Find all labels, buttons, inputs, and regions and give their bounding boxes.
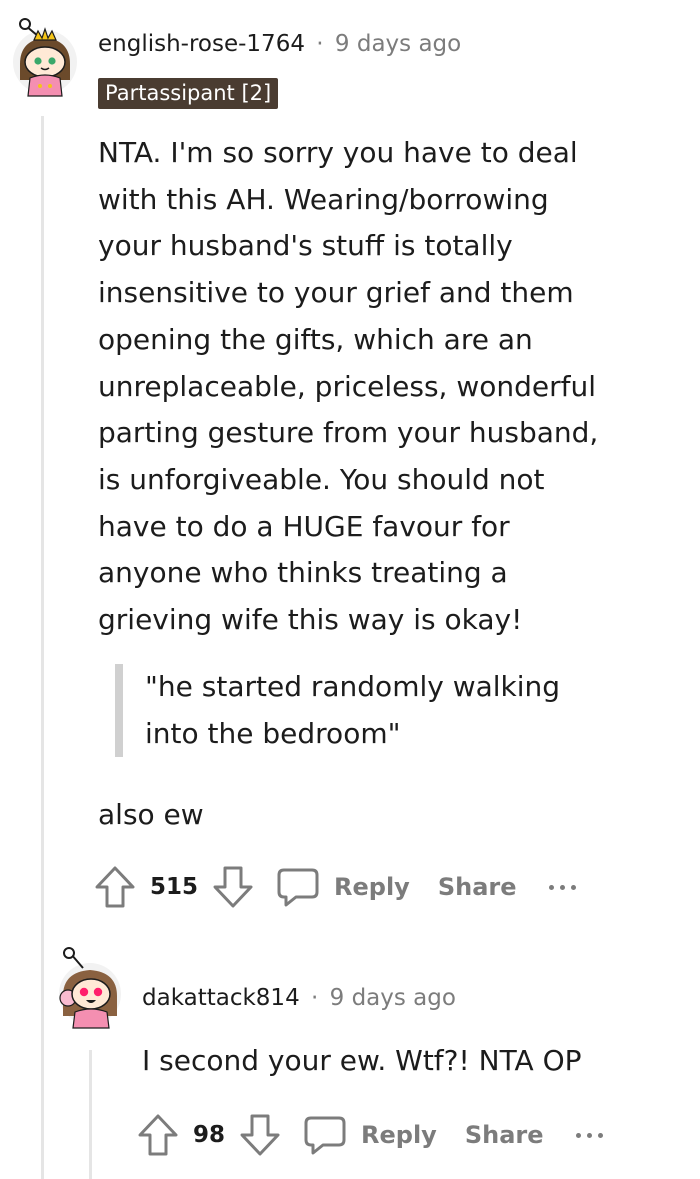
comment-line: parting gesture from your husband, — [98, 416, 599, 450]
vote-count: 98 — [193, 1122, 226, 1148]
downvote-button[interactable] — [239, 1113, 281, 1157]
downvote-arrow-icon — [213, 866, 253, 908]
comment-line: insensitive to your grief and them — [98, 276, 574, 310]
reply-button[interactable]: Reply — [303, 1113, 437, 1157]
more-dots-icon — [548, 884, 554, 890]
username-link[interactable]: english-rose-1764 — [98, 31, 305, 57]
quote-line: into the bedroom" — [145, 716, 401, 750]
more-options-button[interactable] — [548, 884, 576, 890]
speech-bubble-icon — [277, 868, 319, 907]
avatar-dakattack[interactable] — [57, 944, 123, 1030]
comment-action-bar: 515 Reply Share — [94, 865, 576, 909]
more-options-button[interactable] — [575, 1132, 603, 1138]
meta-separator: · — [311, 985, 319, 1011]
comment-line: opening the gifts, which are an — [98, 322, 533, 356]
comment-line: I second your ew. Wtf?! NTA OP — [142, 1044, 582, 1077]
upvote-button[interactable] — [137, 1113, 179, 1157]
comment-body: NTA. I'm so sorry you have to deal with … — [98, 130, 668, 644]
comment-author-line: dakattack814 · 9 days ago — [142, 985, 456, 1011]
snoo-avatar-icon — [59, 947, 121, 1029]
blockquote: "he started randomly walking into the be… — [115, 664, 655, 758]
more-dots-icon — [575, 1132, 581, 1138]
thread-line-main[interactable] — [41, 116, 44, 1179]
comment-line: with this AH. Wearing/borrowing — [98, 182, 549, 216]
comment-line: have to do a HUGE favour for — [98, 509, 510, 543]
comment-author-line: english-rose-1764 · 9 days ago — [98, 31, 461, 57]
comment-body: I second your ew. Wtf?! NTA OP — [142, 1038, 682, 1085]
username-link[interactable]: dakattack814 — [142, 985, 300, 1011]
comment-line: also ew — [98, 798, 204, 831]
comment-line: NTA. I'm so sorry you have to deal — [98, 136, 578, 169]
reply-button[interactable]: Reply — [276, 865, 410, 909]
comment-line: anyone who thinks treating a — [98, 556, 508, 590]
upvote-arrow-icon — [138, 1114, 178, 1156]
meta-separator: · — [316, 31, 324, 57]
reply-label: Reply — [334, 873, 410, 901]
vote-count: 515 — [150, 874, 199, 900]
share-button[interactable]: Share — [465, 1121, 544, 1149]
thread-line-reply[interactable] — [89, 1050, 92, 1179]
user-flair-badge: Partassipant [2] — [98, 78, 279, 109]
share-button[interactable]: Share — [438, 873, 517, 901]
comment-timestamp[interactable]: 9 days ago — [330, 985, 456, 1011]
quote-line: "he started randomly walking — [145, 670, 561, 703]
snoo-avatar-icon — [13, 18, 77, 97]
downvote-button[interactable] — [212, 865, 254, 909]
upvote-arrow-icon — [95, 866, 135, 908]
comment-after-quote: also ew — [98, 792, 668, 839]
downvote-arrow-icon — [240, 1114, 280, 1156]
comment-line: grieving wife this way is okay! — [98, 603, 523, 637]
comment-line: your husband's stuff is totally — [98, 229, 513, 263]
comment-line: is unforgiveable. You should not — [98, 462, 545, 496]
upvote-button[interactable] — [94, 865, 136, 909]
comment-line: unreplaceable, priceless, wonderful — [98, 369, 597, 403]
comment-action-bar: 98 Reply Share — [137, 1113, 603, 1157]
comment-timestamp[interactable]: 9 days ago — [335, 31, 461, 57]
speech-bubble-icon — [304, 1116, 346, 1155]
reply-label: Reply — [361, 1121, 437, 1149]
avatar-english-rose[interactable] — [12, 14, 78, 100]
